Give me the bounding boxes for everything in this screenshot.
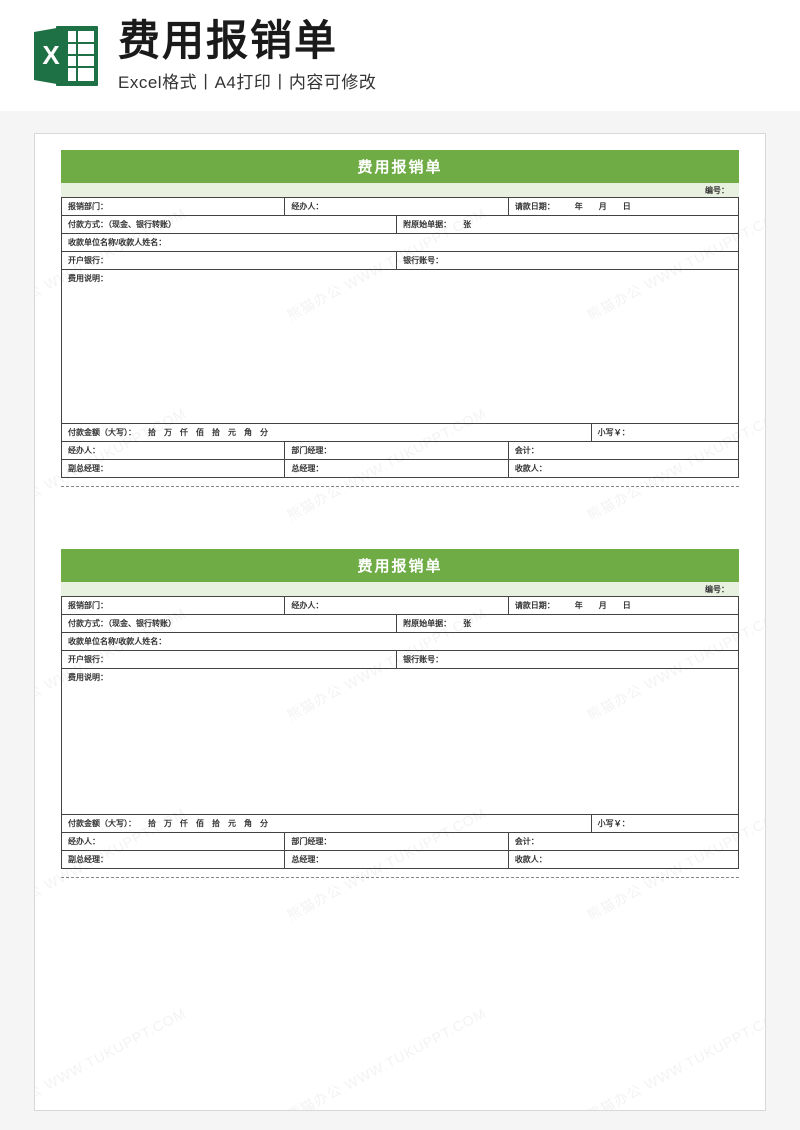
watermark: 熊猫办公 WWW.TUKUPPT.COM (583, 1003, 766, 1111)
desc-cell: 费用说明： (62, 270, 739, 424)
date-cell: 请款日期： 年 月 日 (508, 198, 738, 216)
payment-method-cell: 付款方式：（现金、银行转账） (62, 615, 397, 633)
watermark: 熊猫办公 WWW.TUKUPPT.COM (283, 1003, 489, 1111)
handler2-cell: 经办人： (62, 442, 285, 460)
payee-cell: 收款单位名称/收款人姓名： (62, 234, 739, 252)
attachments-cell: 附原始单据： 张 (397, 615, 739, 633)
cut-line (61, 486, 739, 487)
amount-num-cell: 小写￥： (591, 815, 738, 833)
handler-cell: 经办人： (285, 198, 508, 216)
header-text: 费用报销单 Excel格式丨A4打印丨内容可修改 (118, 18, 770, 93)
dept-cell: 报销部门： (62, 597, 285, 615)
serial-bar: 编号： (61, 183, 739, 197)
document-preview: 费用报销单 编号： 报销部门： 经办人： 请款日期： 年 月 日 付款方式：（现… (34, 133, 766, 1111)
svg-text:X: X (42, 40, 60, 70)
amount-words-cell: 付款金额（大写）： 拾 万 仟 佰 拾 元 角 分 (62, 424, 592, 442)
attachments-cell: 附原始单据： 张 (397, 216, 739, 234)
expense-form-1: 费用报销单 编号： 报销部门： 经办人： 请款日期： 年 月 日 付款方式：（现… (61, 150, 739, 478)
cut-line (61, 877, 739, 878)
vp-cell: 副总经理： (62, 460, 285, 478)
accountant-cell: 会计： (508, 833, 738, 851)
bank-cell: 开户银行： (62, 651, 397, 669)
watermark: 熊猫办公 WWW.TUKUPPT.COM (34, 1003, 190, 1111)
vp-cell: 副总经理： (62, 851, 285, 869)
amount-num-cell: 小写￥： (591, 424, 738, 442)
serial-label: 编号： (705, 584, 729, 595)
date-cell: 请款日期： 年 月 日 (508, 597, 738, 615)
deptmgr-cell: 部门经理： (285, 442, 508, 460)
header-subtitle: Excel格式丨A4打印丨内容可修改 (118, 68, 770, 93)
expense-form-2: 费用报销单 编号： 报销部门： 经办人： 请款日期： 年 月 日 付款方式：（现… (61, 549, 739, 869)
dept-cell: 报销部门： (62, 198, 285, 216)
desc-cell: 费用说明： (62, 669, 739, 815)
form-title: 费用报销单 (61, 549, 739, 582)
account-cell: 银行账号： (397, 651, 739, 669)
bank-cell: 开户银行： (62, 252, 397, 270)
gm-cell: 总经理： (285, 460, 508, 478)
payee2-cell: 收款人： (508, 851, 738, 869)
excel-icon: X (30, 20, 102, 92)
header-title: 费用报销单 (118, 18, 770, 64)
accountant-cell: 会计： (508, 442, 738, 460)
account-cell: 银行账号： (397, 252, 739, 270)
gm-cell: 总经理： (285, 851, 508, 869)
serial-label: 编号： (705, 185, 729, 196)
form-table: 报销部门： 经办人： 请款日期： 年 月 日 付款方式：（现金、银行转账） 附原… (61, 596, 739, 869)
handler-cell: 经办人： (285, 597, 508, 615)
page-header: X 费用报销单 Excel格式丨A4打印丨内容可修改 (0, 0, 800, 111)
payee2-cell: 收款人： (508, 460, 738, 478)
form-title: 费用报销单 (61, 150, 739, 183)
payee-cell: 收款单位名称/收款人姓名： (62, 633, 739, 651)
payment-method-cell: 付款方式：（现金、银行转账） (62, 216, 397, 234)
deptmgr-cell: 部门经理： (285, 833, 508, 851)
handler2-cell: 经办人： (62, 833, 285, 851)
form-table: 报销部门： 经办人： 请款日期： 年 月 日 付款方式：（现金、银行转账） 附原… (61, 197, 739, 478)
serial-bar: 编号： (61, 582, 739, 596)
amount-words-cell: 付款金额（大写）： 拾 万 仟 佰 拾 元 角 分 (62, 815, 592, 833)
